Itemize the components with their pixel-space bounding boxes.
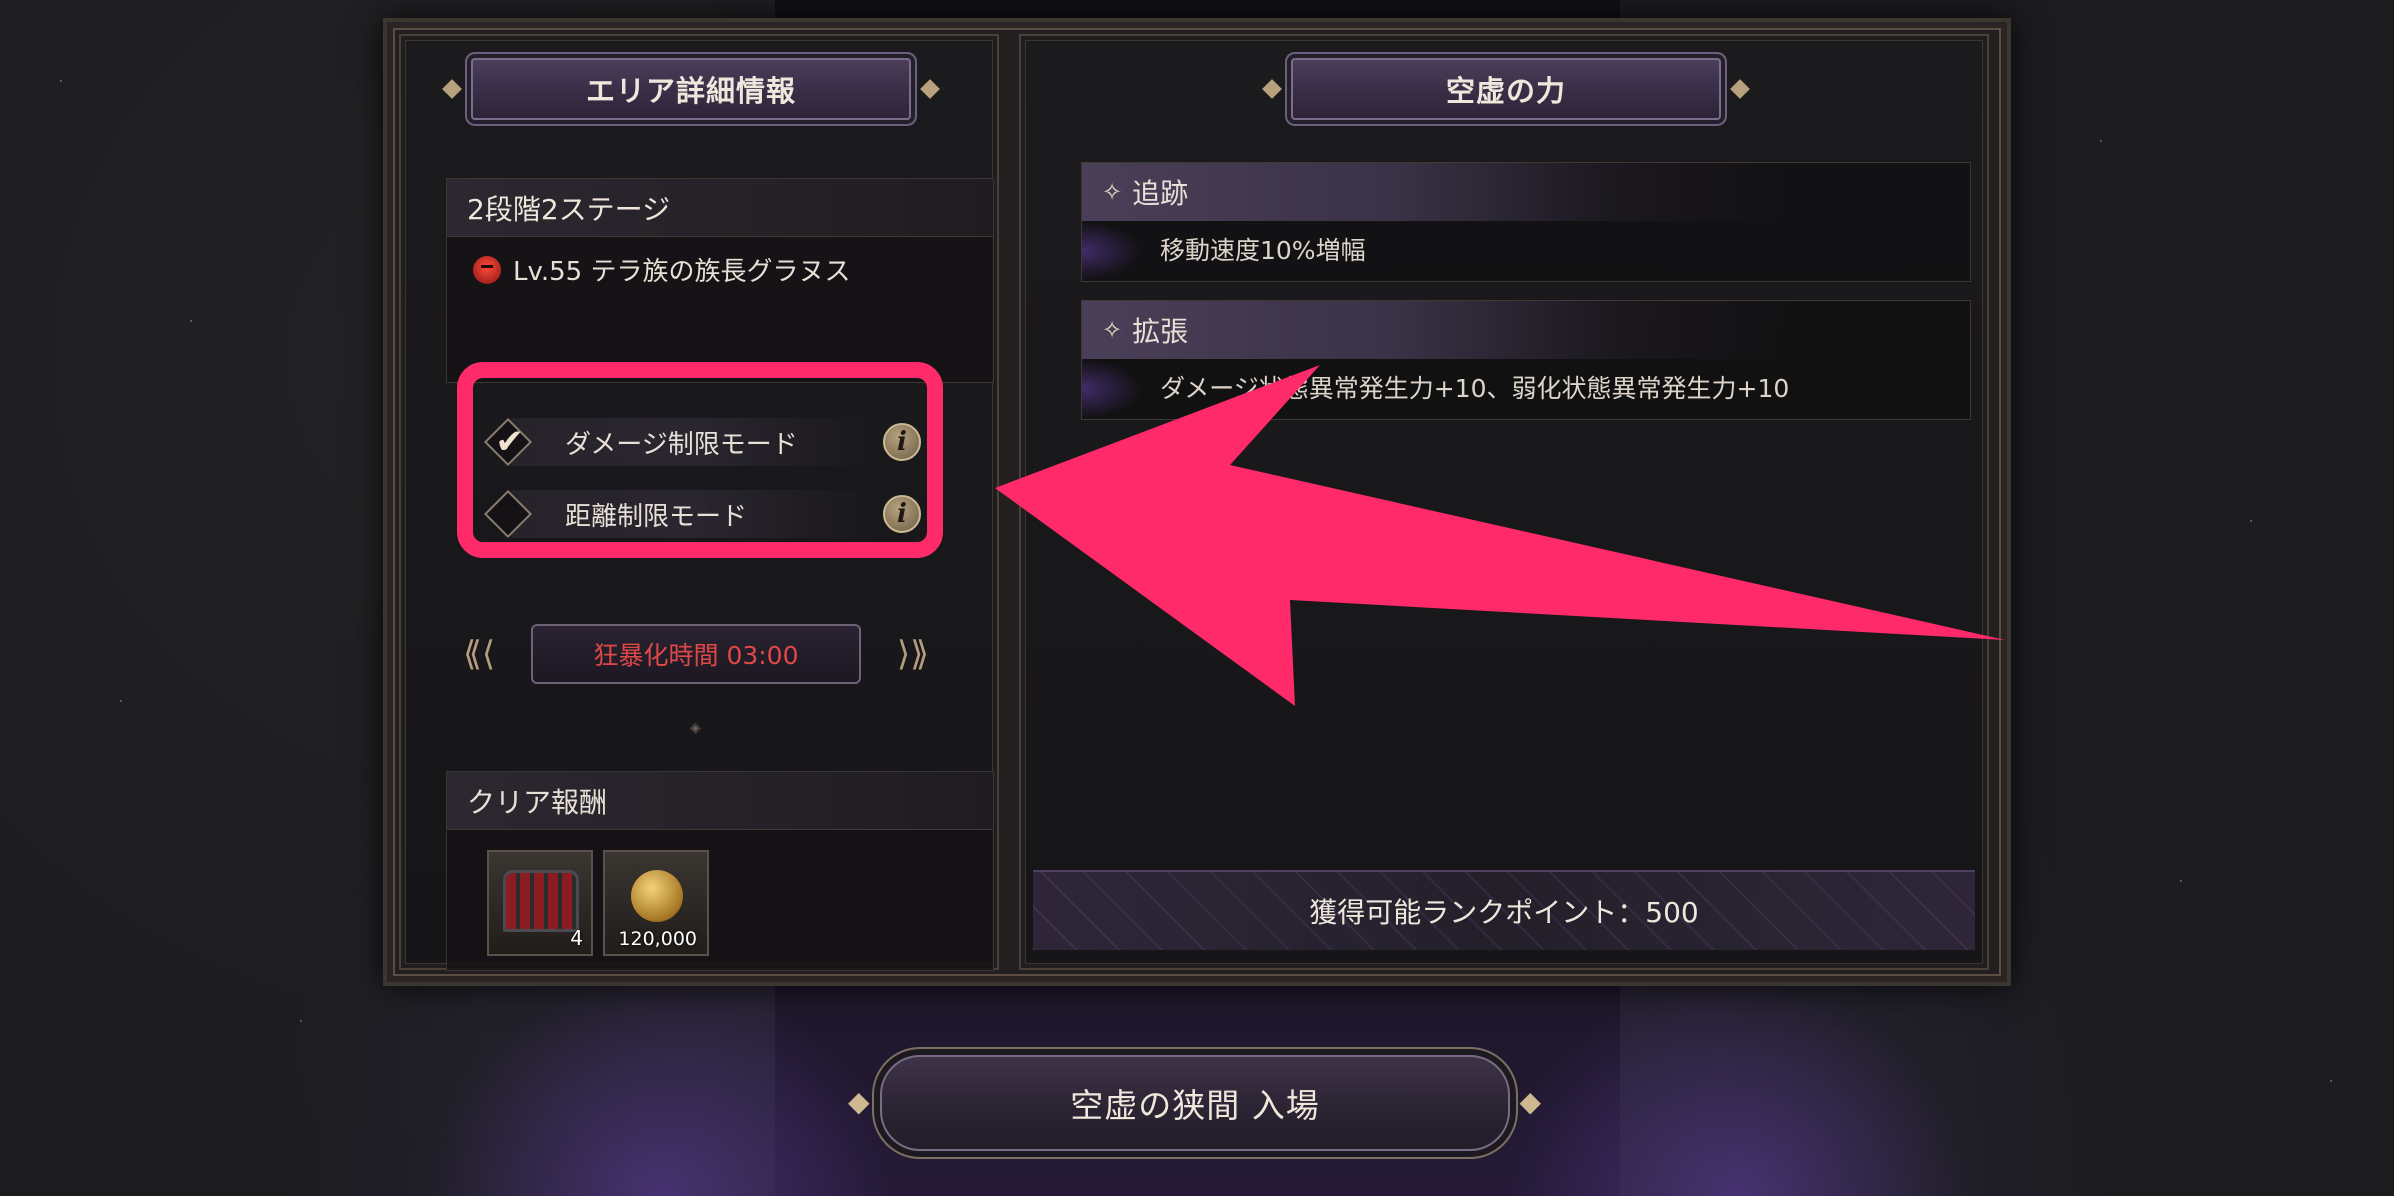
boss-row: Lv.55 テラ族の族長グラヌス xyxy=(447,237,993,288)
reward-quantity: 4 xyxy=(570,926,583,950)
stage-name: 2段階2ステージ xyxy=(447,179,993,237)
effect-description: 移動速度10%増幅 xyxy=(1160,236,1366,265)
background-star xyxy=(120,700,122,702)
effect-tracking: ✧ 追跡 移動速度10%増幅 xyxy=(1081,162,1971,282)
damage-limit-label: ダメージ制限モード xyxy=(565,429,798,460)
distance-limit-label: 距離制限モード xyxy=(565,501,748,532)
effect-header: ✧ 拡張 xyxy=(1082,301,1970,359)
diamond-ornament-icon: ◈ xyxy=(690,720,701,736)
boss-name: Lv.55 テラ族の族長グラヌス xyxy=(513,257,851,287)
info-icon[interactable]: i xyxy=(883,495,921,533)
treasure-chest-icon xyxy=(503,870,579,932)
rage-timer: 狂暴化時間 03:00 xyxy=(463,624,929,684)
info-icon[interactable]: i xyxy=(883,423,921,461)
effect-description: ダメージ状態異常発生力+10、弱化状態異常発生力+10 xyxy=(1160,374,1790,403)
background-star xyxy=(190,320,192,322)
effect-name: 拡張 xyxy=(1132,315,1189,348)
effect-glow xyxy=(1082,221,1142,281)
background-glow xyxy=(420,980,900,1196)
rank-points-bar: 獲得可能ランクポイント：500 xyxy=(1033,870,1975,950)
effect-header: ✧ 追跡 xyxy=(1082,163,1970,221)
effect-expansion: ✧ 拡張 ダメージ状態異常発生力+10、弱化状態異常発生力+10 xyxy=(1081,300,1971,420)
gold-coin-icon xyxy=(631,870,683,922)
sparkle-icon: ✧ xyxy=(1102,178,1123,206)
void-power-title: 空虚の力 xyxy=(1291,58,1721,120)
stage-info-box: 2段階2ステージ Lv.55 テラ族の族長グラヌス xyxy=(446,178,994,383)
reward-item-chest[interactable]: 4 xyxy=(487,850,593,956)
area-details-title: エリア詳細情報 xyxy=(471,58,911,120)
game-screen: エリア詳細情報 2段階2ステージ Lv.55 テラ族の族長グラヌス ダメージ制限… xyxy=(0,0,2394,1196)
background-star xyxy=(300,1020,302,1022)
effect-glow xyxy=(1082,359,1142,419)
enter-void-rift-button[interactable]: 空虚の狭間 入場 xyxy=(848,1055,1542,1151)
background-star xyxy=(2100,140,2102,142)
reward-quantity: 120,000 xyxy=(618,928,697,950)
background-star xyxy=(2250,520,2252,522)
effect-name: 追跡 xyxy=(1132,177,1189,210)
void-power-panel: 空虚の力 ✧ 追跡 移動速度10%増幅 ✧ 拡張 ダメージ状態異常発生力+10、… xyxy=(1019,34,1989,970)
clear-rewards-box: クリア報酬 4 120,000 xyxy=(446,771,994,971)
background-star xyxy=(60,80,62,82)
reward-item-gold[interactable]: 120,000 xyxy=(603,850,709,956)
background-star xyxy=(2180,880,2182,882)
dungeon-info-window: エリア詳細情報 2段階2ステージ Lv.55 テラ族の族長グラヌス ダメージ制限… xyxy=(383,18,2011,986)
background-star xyxy=(2330,1080,2332,1082)
clear-rewards-title: クリア報酬 xyxy=(447,772,993,830)
sparkle-icon: ✧ xyxy=(1102,316,1123,344)
background-glow xyxy=(1500,980,1980,1196)
demon-boss-icon xyxy=(473,255,501,284)
